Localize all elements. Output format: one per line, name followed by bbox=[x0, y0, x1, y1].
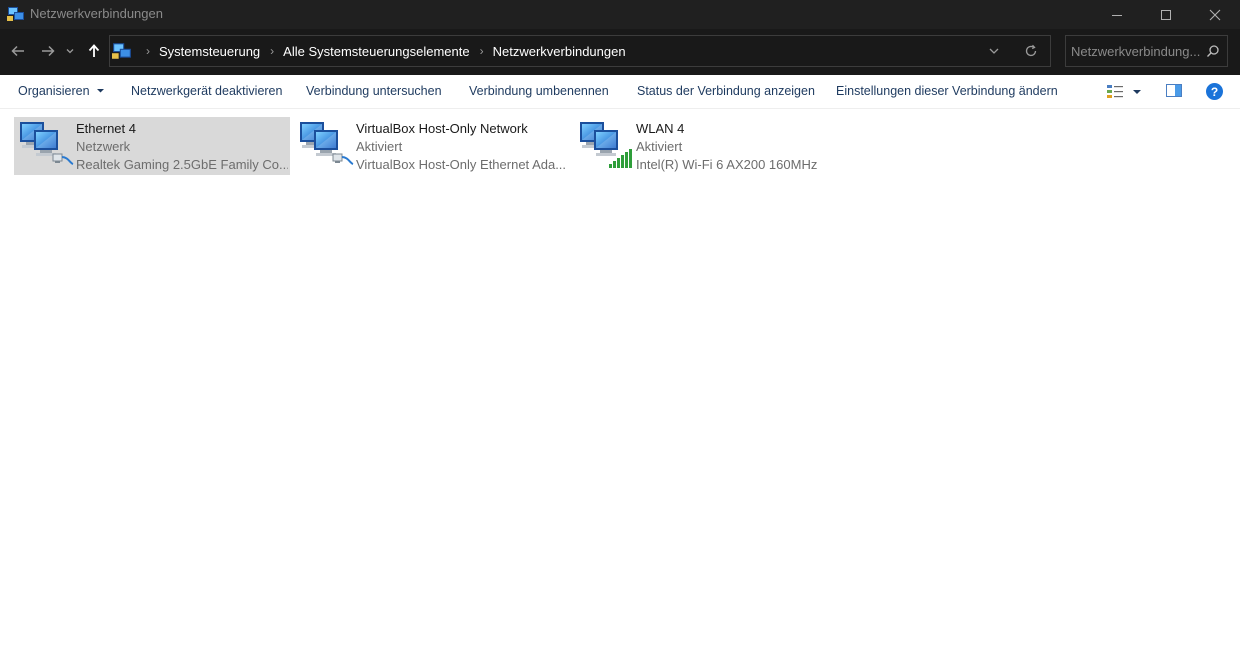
breadcrumb-item-systemsteuerung[interactable]: Systemsteuerung bbox=[159, 44, 260, 59]
breadcrumb-separator-icon[interactable]: › bbox=[480, 44, 484, 58]
dropdown-arrow-icon bbox=[97, 89, 105, 93]
close-button[interactable] bbox=[1190, 0, 1240, 29]
refresh-icon bbox=[1025, 44, 1037, 57]
organize-label: Organisieren bbox=[18, 84, 90, 98]
connection-item-ethernet-4[interactable]: Ethernet 4 Netzwerk Realtek Gaming 2.5Gb… bbox=[14, 117, 290, 175]
breadcrumb-item-alle-elemente[interactable]: Alle Systemsteuerungselemente bbox=[283, 44, 469, 59]
help-icon[interactable]: ? bbox=[1206, 83, 1223, 100]
view-status-button[interactable]: Status der Verbindung anzeigen bbox=[637, 84, 815, 98]
connection-status: Netzwerk bbox=[76, 139, 131, 154]
organize-menu-button[interactable]: Organisieren bbox=[18, 84, 105, 98]
command-bar: Organisieren Netzwerkgerät deaktivieren … bbox=[0, 75, 1240, 109]
control-panel-icon bbox=[112, 43, 131, 59]
ethernet-connection-icon bbox=[18, 120, 74, 165]
diagnose-connection-button[interactable]: Verbindung untersuchen bbox=[306, 84, 442, 98]
disable-device-button[interactable]: Netzwerkgerät deaktivieren bbox=[131, 84, 282, 98]
forward-button[interactable] bbox=[37, 40, 59, 62]
breadcrumb-item-netzwerkverbindungen[interactable]: Netzwerkverbindungen bbox=[493, 44, 626, 59]
address-history-button[interactable] bbox=[987, 44, 1001, 63]
connection-name: WLAN 4 bbox=[636, 121, 685, 136]
address-box[interactable]: › Systemsteuerung › Alle Systemsteuerung… bbox=[109, 35, 1051, 67]
chevron-down-icon bbox=[66, 49, 74, 54]
preview-pane-icon bbox=[1166, 84, 1182, 97]
breadcrumb-separator-icon[interactable]: › bbox=[270, 44, 274, 58]
connection-item-virtualbox-host-only-network[interactable]: VirtualBox Host-Only Network Aktiviert V… bbox=[294, 117, 570, 175]
minimize-icon bbox=[1112, 14, 1122, 16]
wifi-connection-icon bbox=[578, 120, 632, 168]
change-view-button[interactable] bbox=[1106, 84, 1144, 100]
connection-item-wlan-4[interactable]: WLAN 4 Aktiviert Intel(R) Wi-Fi 6 AX200 … bbox=[574, 117, 850, 175]
preview-pane-button[interactable] bbox=[1166, 84, 1182, 103]
connection-name: Ethernet 4 bbox=[76, 121, 136, 136]
view-options-icon bbox=[1107, 85, 1123, 98]
breadcrumb-separator-icon[interactable]: › bbox=[146, 44, 150, 58]
connection-status: Aktiviert bbox=[356, 139, 403, 154]
title-bar: Netzwerkverbindungen bbox=[0, 0, 1240, 29]
search-icon[interactable] bbox=[1206, 44, 1220, 58]
chevron-down-icon bbox=[989, 48, 999, 54]
ethernet-connection-icon bbox=[298, 120, 354, 165]
search-box[interactable] bbox=[1065, 35, 1228, 67]
recent-locations-button[interactable] bbox=[62, 40, 78, 62]
up-button[interactable] bbox=[83, 40, 105, 62]
connection-name: VirtualBox Host-Only Network bbox=[356, 121, 528, 136]
dropdown-arrow-icon bbox=[1133, 90, 1141, 94]
address-bar-area: › Systemsteuerung › Alle Systemsteuerung… bbox=[0, 29, 1240, 75]
arrow-up-icon bbox=[88, 44, 100, 57]
maximize-button[interactable] bbox=[1141, 0, 1191, 29]
connection-status: Aktiviert bbox=[636, 139, 683, 154]
connection-device: Realtek Gaming 2.5GbE Family Co... bbox=[76, 157, 288, 172]
network-connections-app-icon bbox=[7, 7, 24, 21]
connections-list: Ethernet 4 Netzwerk Realtek Gaming 2.5Gb… bbox=[0, 110, 1240, 671]
connection-device: VirtualBox Host-Only Ethernet Ada... bbox=[356, 157, 567, 172]
maximize-icon bbox=[1161, 9, 1171, 20]
change-settings-button[interactable]: Einstellungen dieser Verbindung ändern bbox=[836, 84, 1058, 98]
arrow-left-icon bbox=[11, 45, 24, 57]
rename-connection-button[interactable]: Verbindung umbenennen bbox=[469, 84, 609, 98]
back-button[interactable] bbox=[7, 40, 29, 62]
close-icon bbox=[1209, 9, 1221, 20]
refresh-button[interactable] bbox=[1024, 44, 1038, 63]
connection-device: Intel(R) Wi-Fi 6 AX200 160MHz bbox=[636, 157, 818, 172]
breadcrumb: › Systemsteuerung › Alle Systemsteuerung… bbox=[136, 36, 626, 66]
minimize-button[interactable] bbox=[1092, 0, 1142, 29]
search-input[interactable] bbox=[1071, 36, 1201, 66]
arrow-right-icon bbox=[42, 45, 55, 57]
window-title: Netzwerkverbindungen bbox=[30, 6, 163, 21]
